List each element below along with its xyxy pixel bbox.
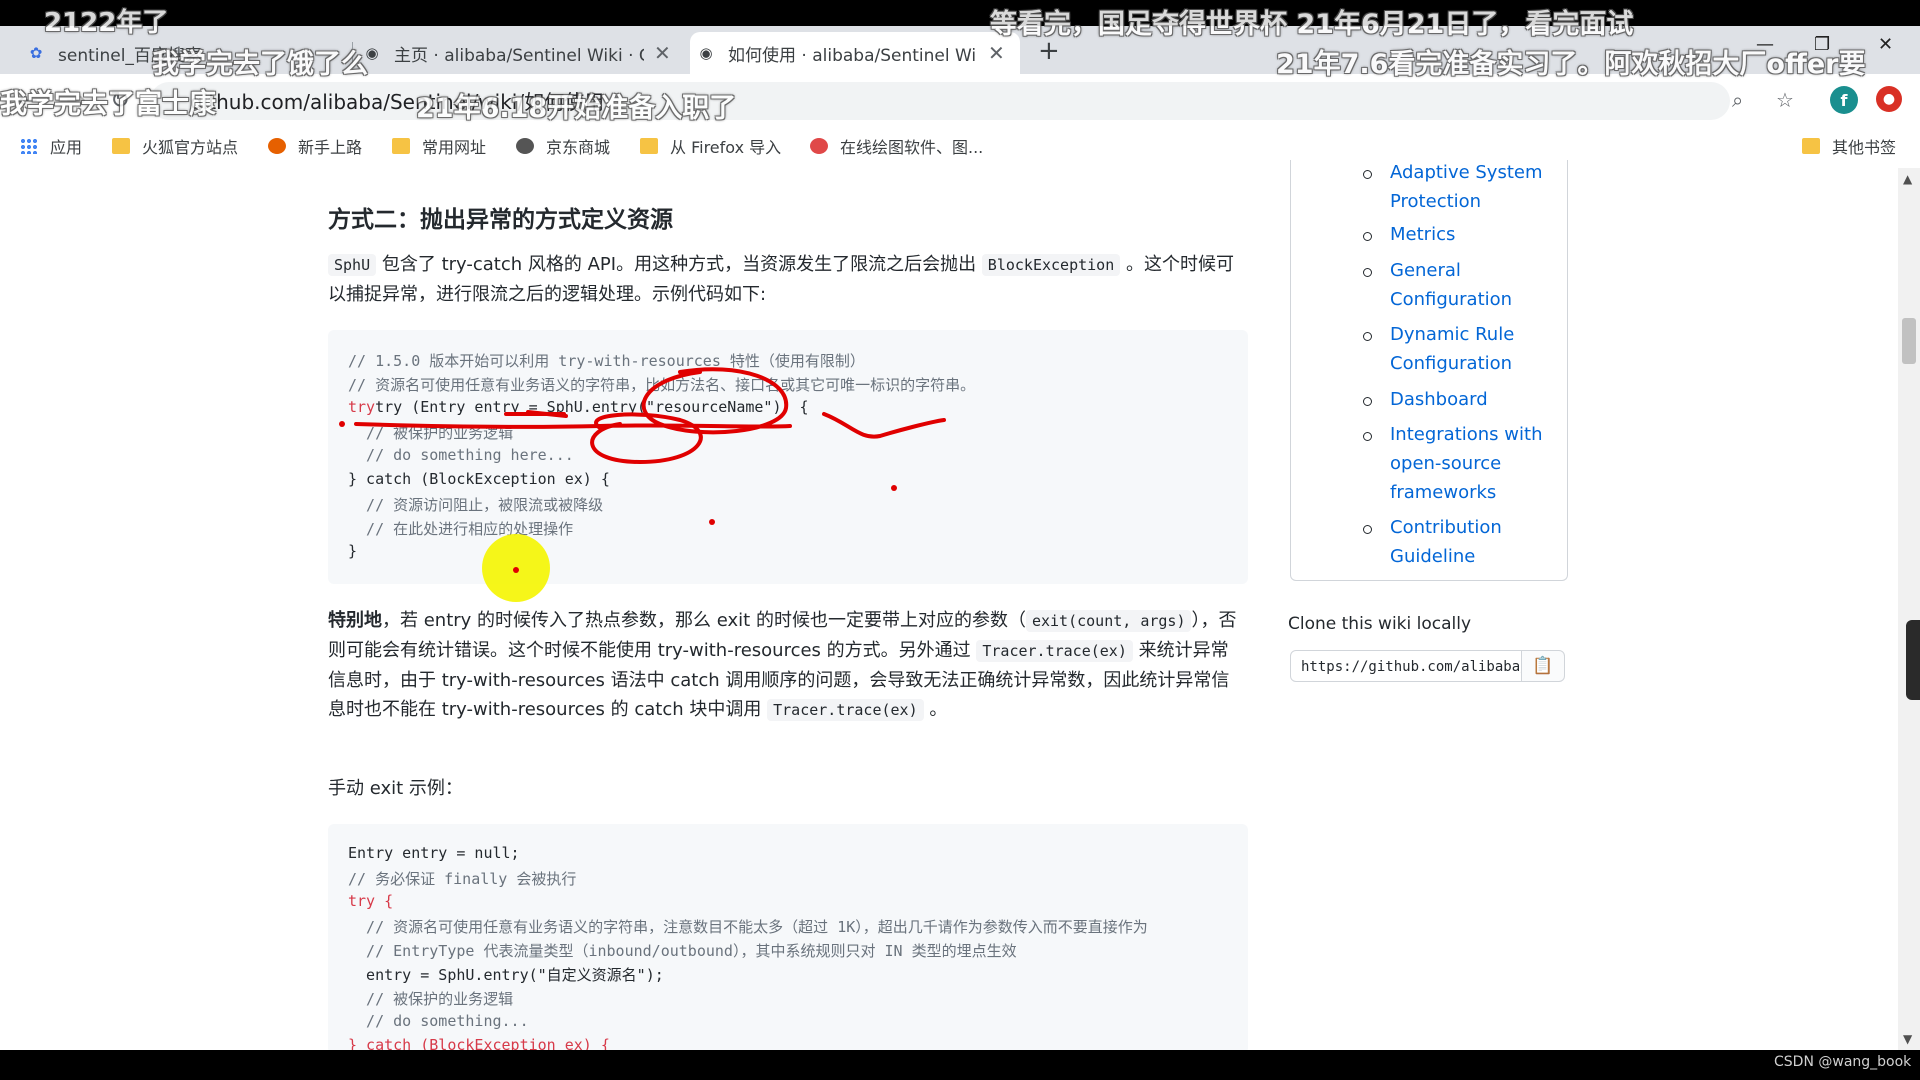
- scroll-down-arrow-icon[interactable]: ▼: [1903, 1032, 1912, 1046]
- list-bullet: [1363, 332, 1372, 341]
- sidebar-link-dynamic-rule-configuration[interactable]: Dynamic Rule Configuration: [1390, 320, 1570, 378]
- section-heading: 方式二：抛出异常的方式定义资源: [328, 207, 673, 233]
- sidebar-link-integrations[interactable]: Integrations with open-source frameworks: [1390, 420, 1570, 507]
- baidu-paw-icon: ✿: [29, 44, 43, 62]
- list-bullet: [1363, 268, 1372, 277]
- bookmark-jd[interactable]: 京东商城: [516, 134, 610, 158]
- csdn-watermark: CSDN @wang_book: [1774, 1054, 1912, 1070]
- special-note-paragraph: 特别地，若 entry 的时候传入了热点参数，那么 exit 的时候也一定要带上…: [328, 610, 1237, 721]
- list-bullet: [1363, 525, 1372, 534]
- list-bullet: [1363, 397, 1372, 406]
- close-window-icon[interactable]: ✕: [1878, 34, 1893, 55]
- firefox-icon: [268, 138, 286, 154]
- tab-sentinel-wiki-home[interactable]: ◉ 主页 · alibaba/Sentinel Wiki · G ✕: [356, 32, 686, 74]
- apps-grid-icon: [20, 138, 38, 154]
- bookmark-other[interactable]: 其他书签: [1802, 134, 1896, 158]
- profile-avatar[interactable]: f: [1830, 86, 1858, 114]
- code-block-manual-exit: Entry entry = null; // 务必保证 finally 会被执行…: [328, 824, 1248, 1054]
- list-bullet: [1363, 432, 1372, 441]
- scrollbar-thumb[interactable]: [1902, 318, 1916, 364]
- zoom-search-icon[interactable]: ⌕: [1732, 88, 1743, 112]
- folder-icon: [112, 138, 130, 154]
- github-icon: ◉: [699, 44, 713, 62]
- danmaku-comment: 2122年了: [44, 8, 169, 38]
- extension-icon[interactable]: ●: [1876, 86, 1902, 112]
- danmaku-comment: 21年6.18开始准备入职了: [416, 93, 737, 124]
- close-tab-icon[interactable]: ✕: [988, 41, 1005, 65]
- sidebar-link-metrics[interactable]: Metrics: [1390, 220, 1570, 249]
- clone-url-input[interactable]: https://github.com/alibaba/Sentinel.wiki…: [1290, 650, 1522, 682]
- folder-icon: [1802, 138, 1820, 154]
- code-block-try-with-resources: // 1.5.0 版本开始可以利用 try-with-resources 特性（…: [328, 330, 1248, 584]
- page-scrollbar[interactable]: [1898, 168, 1920, 1050]
- clone-wiki-title: Clone this wiki locally: [1288, 614, 1472, 634]
- bookmark-firefox-import[interactable]: 从 Firefox 导入: [640, 134, 781, 158]
- copy-clipboard-button[interactable]: 📋: [1521, 650, 1565, 682]
- manual-exit-label: 手动 exit 示例：: [328, 778, 463, 799]
- bookmark-draw-tool[interactable]: 在线绘图软件、图...: [810, 134, 983, 158]
- bookmark-getting-started[interactable]: 新手上路: [268, 134, 362, 158]
- draw-icon: [810, 138, 828, 154]
- folder-icon: [640, 138, 658, 154]
- danmaku-comment: 我学完去了富士康: [0, 89, 216, 120]
- bookmark-apps[interactable]: 应用: [20, 134, 82, 158]
- screen-bottom-bar: [0, 1050, 1920, 1080]
- bookmark-common-sites[interactable]: 常用网址: [392, 134, 486, 158]
- bookmark-star-icon[interactable]: ☆: [1776, 88, 1794, 112]
- tab-how-to-use[interactable]: ◉ 如何使用 · alibaba/Sentinel Wi ✕: [690, 32, 1020, 74]
- bookmark-firefox-site[interactable]: 火狐官方站点: [112, 134, 238, 158]
- clipboard-icon: 📋: [1532, 656, 1554, 676]
- danmaku-comment: 我学完去了饿了么: [152, 49, 368, 80]
- screen-edge-widget: [1906, 620, 1920, 700]
- code-line-try: trytry (Entry entry = SphU.entry("resour…: [348, 398, 809, 416]
- globe-icon: [516, 138, 534, 154]
- sidebar-link-contribution-guideline[interactable]: Contribution Guideline: [1390, 513, 1570, 571]
- sidebar-link-adaptive-system-protection[interactable]: Adaptive System Protection: [1390, 158, 1570, 216]
- danmaku-comment: 21年7.6看完准备实习了。阿欢秋招大厂offer要: [1276, 49, 1866, 80]
- scroll-up-arrow-icon[interactable]: ▲: [1903, 172, 1912, 186]
- folder-icon: [392, 138, 410, 154]
- intro-paragraph: SphU 包含了 try-catch 风格的 API。用这种方式，当资源发生了限…: [328, 254, 1234, 305]
- list-bullet: [1363, 232, 1372, 241]
- danmaku-comment: 等看完，国足夺得世界杯 21年6月21日了，看完面试: [990, 9, 1634, 40]
- sidebar-link-dashboard[interactable]: Dashboard: [1390, 385, 1570, 414]
- sidebar-link-general-configuration[interactable]: General Configuration: [1390, 256, 1570, 314]
- close-tab-icon[interactable]: ✕: [654, 41, 671, 65]
- list-bullet: [1363, 170, 1372, 179]
